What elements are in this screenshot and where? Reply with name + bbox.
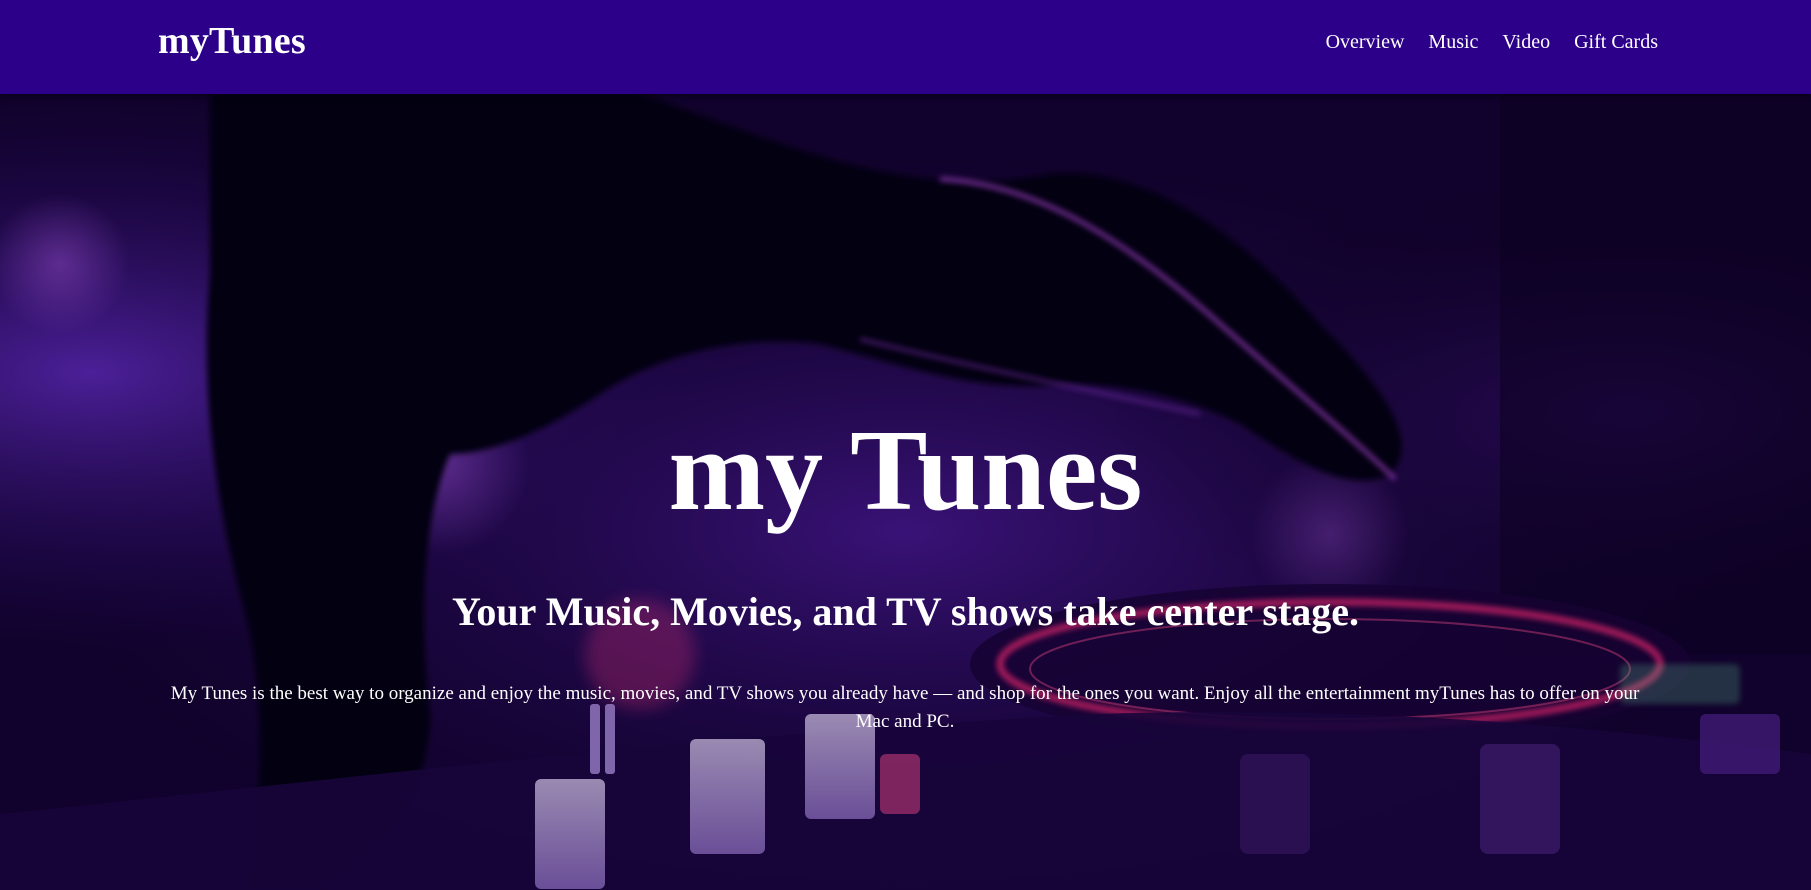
hero-section: my Tunes Your Music, Movies, and TV show… [0, 94, 1811, 890]
page: myTunes Overview Music Video Gift Cards [0, 0, 1811, 890]
hero-subtitle: Your Music, Movies, and TV shows take ce… [451, 589, 1360, 634]
nav-link-overview[interactable]: Overview [1326, 30, 1405, 54]
hero-title: my Tunes [668, 407, 1143, 535]
brand-logo-link[interactable]: myTunes [158, 18, 306, 64]
top-navbar: myTunes Overview Music Video Gift Cards [0, 0, 1811, 94]
nav-link-video[interactable]: Video [1502, 30, 1550, 54]
nav-link-gift-cards[interactable]: Gift Cards [1574, 30, 1658, 54]
nav-links: Overview Music Video Gift Cards [1326, 30, 1658, 54]
hero-description: My Tunes is the best way to organize and… [170, 683, 1640, 732]
nav-link-music[interactable]: Music [1428, 30, 1478, 54]
